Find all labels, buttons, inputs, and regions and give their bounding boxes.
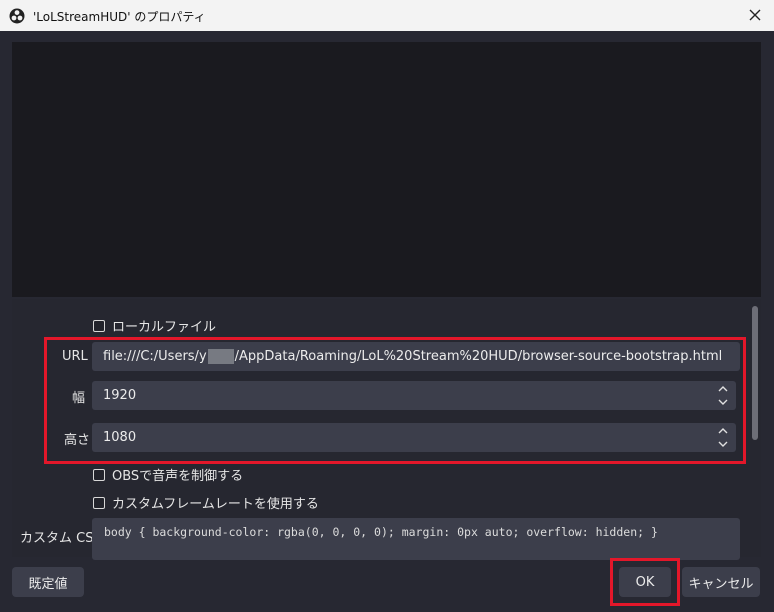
properties-dialog: 'LoLStreamHUD' のプロパティ ローカルファイル URL file:… <box>0 0 774 612</box>
cancel-button[interactable]: キャンセル <box>682 567 760 597</box>
obs-audio-checkbox[interactable] <box>93 468 105 481</box>
chevron-up-icon[interactable] <box>712 383 734 395</box>
obs-icon <box>9 8 25 24</box>
custom-framerate-label: カスタムフレームレートを使用する <box>112 497 319 512</box>
width-value: 1920 <box>103 388 137 403</box>
title-bar: 'LoLStreamHUD' のプロパティ <box>0 0 774 31</box>
custom-css-label: カスタム CSS <box>20 531 102 546</box>
ok-button[interactable]: OK <box>619 567 671 597</box>
local-file-label: ローカルファイル <box>112 320 217 335</box>
width-spinbox[interactable]: 1920 <box>92 381 736 410</box>
url-suffix: /AppData/Roaming/LoL%20Stream%20HUD/brow… <box>234 349 723 364</box>
browser-preview <box>12 42 761 297</box>
redacted-username <box>207 349 234 364</box>
url-prefix: file:///C:/Users/y <box>103 349 207 364</box>
height-label: 高さ <box>64 433 91 448</box>
url-field[interactable]: file:///C:/Users/y/AppData/Roaming/LoL%2… <box>92 342 740 371</box>
chevron-down-icon[interactable] <box>712 396 734 408</box>
chevron-up-icon[interactable] <box>712 425 734 437</box>
custom-css-textarea[interactable]: body { background-color: rgba(0, 0, 0, 0… <box>92 518 740 560</box>
obs-audio-label: OBSで音声を制御する <box>112 469 244 484</box>
local-file-checkbox[interactable] <box>93 319 105 332</box>
custom-framerate-option[interactable]: カスタムフレームレートを使用する <box>93 493 319 512</box>
width-label: 幅 <box>72 391 86 406</box>
obs-audio-option[interactable]: OBSで音声を制御する <box>93 465 243 484</box>
url-label: URL <box>62 349 88 364</box>
height-spinbox[interactable]: 1080 <box>92 423 736 452</box>
chevron-down-icon[interactable] <box>712 438 734 450</box>
window-title: 'LoLStreamHUD' のプロパティ <box>33 10 206 24</box>
close-icon[interactable] <box>745 5 765 25</box>
custom-framerate-checkbox[interactable] <box>93 496 105 509</box>
local-file-option[interactable]: ローカルファイル <box>93 316 216 335</box>
height-value: 1080 <box>103 430 137 445</box>
defaults-button[interactable]: 既定値 <box>12 567 84 597</box>
properties-scrollbar[interactable] <box>752 306 758 440</box>
